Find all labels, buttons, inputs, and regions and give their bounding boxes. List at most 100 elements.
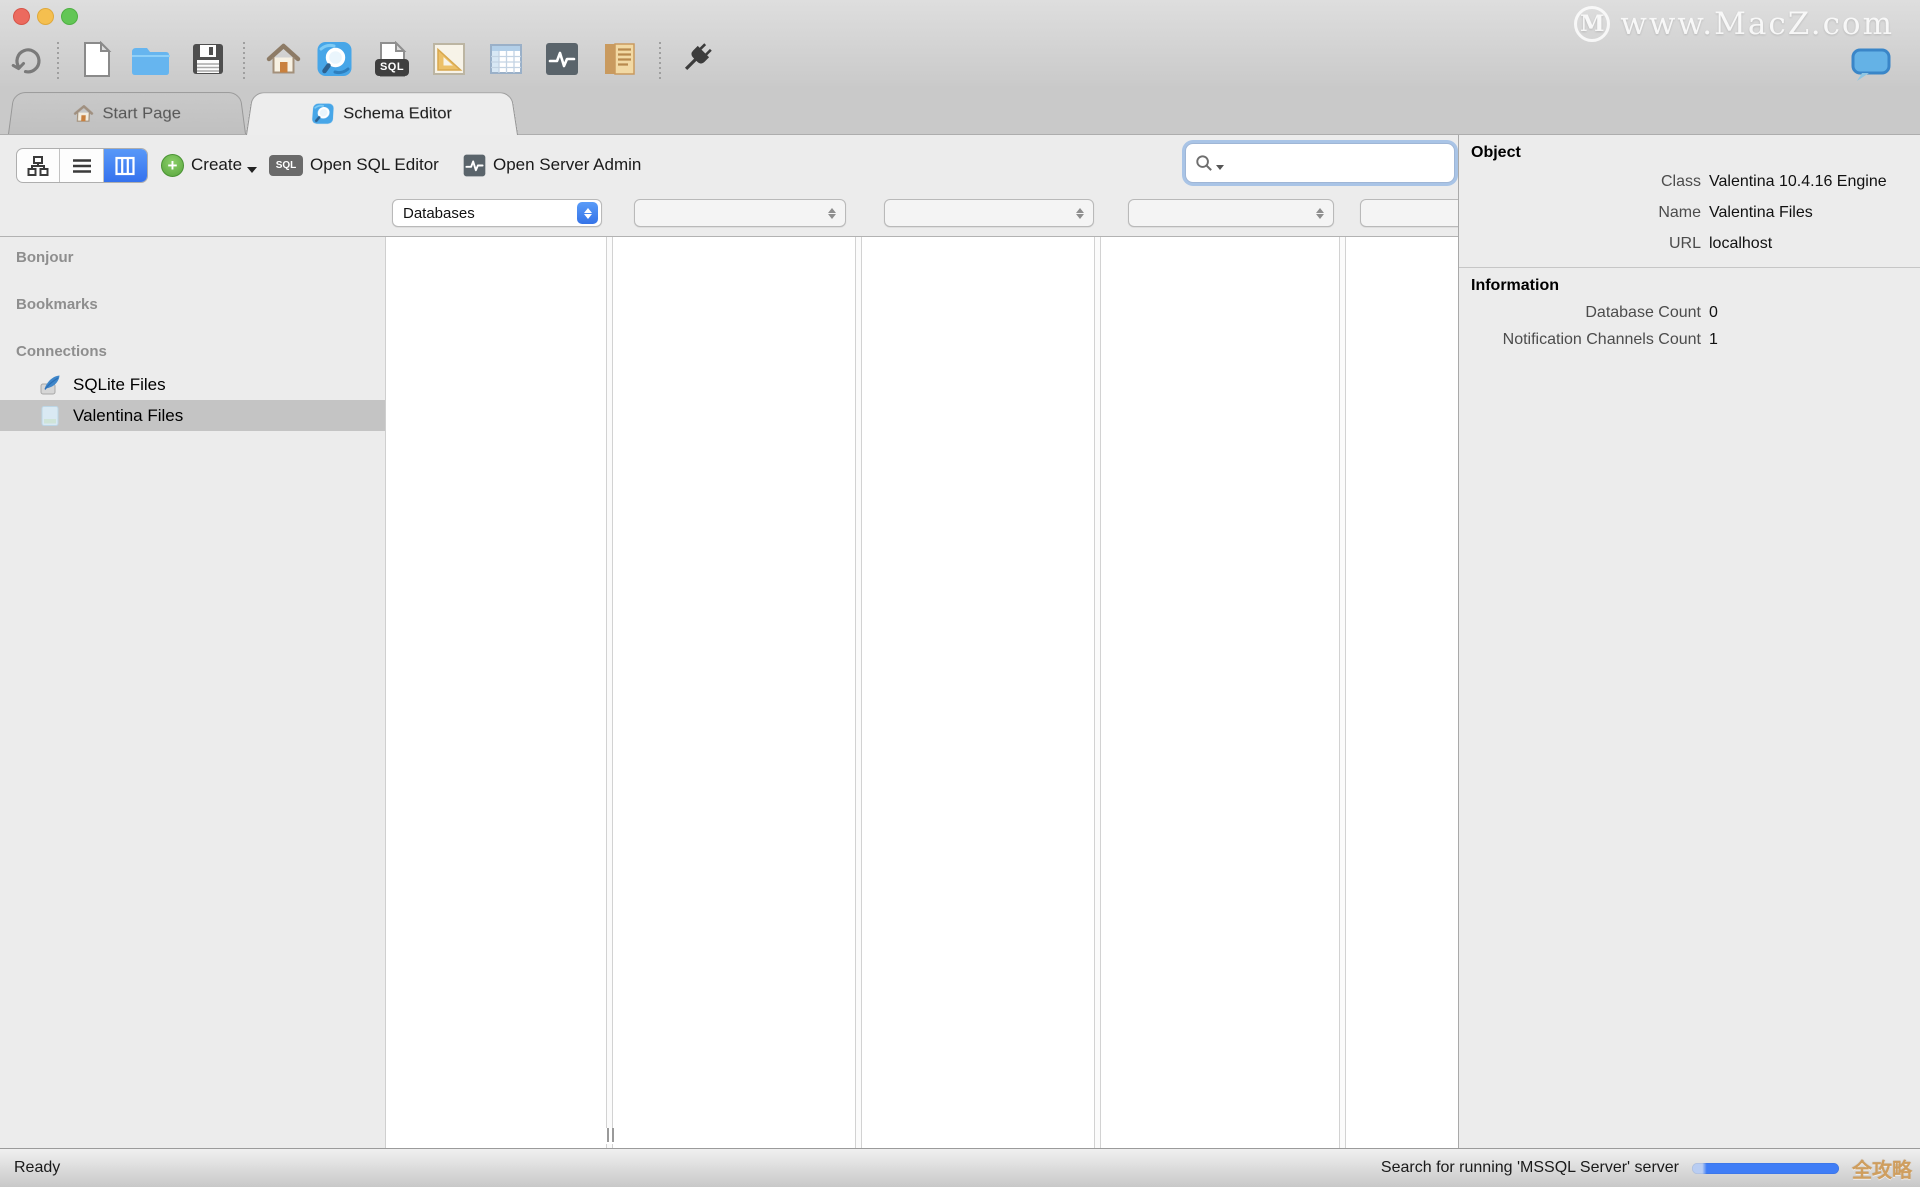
tab-start-page[interactable]: Start Page (8, 92, 246, 134)
search-options-caret[interactable] (1216, 165, 1224, 170)
corner-watermark: 全攻略 (1852, 1154, 1912, 1183)
schema-editor-icon[interactable] (316, 40, 353, 83)
list-view-icon (70, 154, 94, 178)
toolbar-separator (57, 42, 59, 80)
columns-view-icon (113, 154, 137, 178)
titlebar-toolbar: SQL M www.MacZ.com (0, 0, 1920, 86)
chevron-down-icon (247, 167, 257, 173)
open-folder-icon[interactable] (130, 45, 170, 81)
server-admin-icon (463, 154, 486, 177)
property-label: Name (1459, 197, 1709, 228)
property-label: Notification Channels Count (1459, 326, 1709, 353)
macz-watermark: M www.MacZ.com (1574, 6, 1894, 42)
macz-logo-icon: M (1574, 6, 1610, 42)
filter-select-2 (634, 199, 846, 227)
valentina-icon (38, 404, 62, 428)
sidebar-group-bonjour[interactable]: Bonjour (0, 249, 385, 269)
sql-file-icon[interactable]: SQL (374, 41, 410, 78)
tree-view-button[interactable] (17, 149, 60, 182)
select-stepper-icon (577, 202, 598, 224)
property-value: Valentina 10.4.16 Engine (1709, 166, 1920, 197)
status-task-area: Search for running 'MSSQL Server' server… (1381, 1154, 1920, 1183)
main-area: + Create SQL Open SQL Editor Open Server… (0, 135, 1920, 1148)
close-window-button[interactable] (13, 8, 30, 25)
sql-badge-icon: SQL (269, 155, 303, 176)
sidebar-item-label: SQLite Files (73, 375, 166, 395)
toolbar-separator (243, 42, 245, 80)
select-stepper-icon (1309, 202, 1330, 224)
property-label: URL (1459, 228, 1709, 259)
sidebar-group-bookmarks[interactable]: Bookmarks (0, 296, 385, 316)
toolbar-separator (659, 42, 661, 80)
table-icon[interactable] (489, 42, 523, 81)
chat-bubble-icon (1850, 48, 1892, 87)
open-sql-editor-button[interactable]: SQL Open SQL Editor (269, 135, 439, 195)
sidebar-item-valentina-files[interactable]: Valentina Files (0, 400, 385, 431)
status-bar: Ready Search for running 'MSSQL Server' … (0, 1148, 1920, 1187)
databases-filter-select[interactable]: Databases (392, 199, 602, 227)
valentina-studio-window: SQL M www.MacZ.com Start (0, 0, 1920, 1187)
task-text: Search for running 'MSSQL Server' server (1381, 1159, 1679, 1177)
search-input[interactable] (1226, 148, 1454, 178)
view-mode-segmented-control (16, 148, 148, 183)
select-value: Databases (393, 205, 577, 222)
property-value: localhost (1709, 228, 1920, 259)
new-document-icon[interactable] (79, 41, 113, 83)
information-section-title: Information (1459, 268, 1920, 299)
browser-region: + Create SQL Open SQL Editor Open Server… (0, 135, 1458, 1148)
object-properties: Class Valentina 10.4.16 Engine Name Vale… (1459, 166, 1920, 259)
column-divider (606, 237, 613, 1148)
sql-badge-label: SQL (375, 59, 409, 76)
schema-editor-icon (311, 102, 335, 125)
minimize-window-button[interactable] (37, 8, 54, 25)
filter-select-5 (1360, 199, 1458, 227)
home-icon (73, 104, 94, 123)
schema-editor-toolbar: + Create SQL Open SQL Editor Open Server… (0, 135, 1458, 195)
sqlite-icon (38, 373, 62, 397)
property-label: Class (1459, 166, 1709, 197)
log-book-icon[interactable] (601, 42, 638, 81)
create-button[interactable]: + Create (161, 135, 257, 195)
connect-plug-icon[interactable] (676, 39, 716, 84)
column-divider (855, 237, 862, 1148)
save-icon[interactable] (191, 42, 225, 81)
create-label: Create (191, 155, 242, 175)
report-icon[interactable] (432, 42, 466, 81)
open-sql-editor-label: Open SQL Editor (310, 155, 439, 175)
zoom-window-button[interactable] (61, 8, 78, 25)
tab-bar: Start Page Schema Editor (0, 86, 1920, 135)
columns-view-button[interactable] (104, 149, 147, 182)
connections-sidebar: Bonjour Bookmarks Connections SQLite Fil… (0, 237, 385, 1148)
column-browser (385, 237, 1458, 1148)
object-section-title: Object (1459, 135, 1920, 166)
list-view-button[interactable] (60, 149, 103, 182)
filter-select-4 (1128, 199, 1334, 227)
status-text: Ready (0, 1159, 60, 1177)
open-server-admin-label: Open Server Admin (493, 155, 641, 175)
search-field (1185, 143, 1455, 183)
search-icon (1195, 154, 1214, 173)
tab-label: Schema Editor (343, 104, 453, 123)
column-resize-grip[interactable] (603, 1128, 617, 1144)
filter-select-3 (884, 199, 1094, 227)
object-inspector-panel: Object Class Valentina 10.4.16 Engine Na… (1458, 135, 1920, 1148)
open-server-admin-button[interactable]: Open Server Admin (463, 135, 641, 195)
task-progress-bar (1692, 1163, 1839, 1174)
plus-icon: + (161, 154, 184, 177)
column-divider (1339, 237, 1346, 1148)
rollback-icon[interactable] (10, 44, 44, 83)
tree-view-icon (26, 154, 50, 178)
server-admin-icon[interactable] (545, 42, 579, 81)
tab-label: Start Page (102, 104, 181, 123)
sidebar-group-connections[interactable]: Connections (0, 343, 385, 363)
property-value: Valentina Files (1709, 197, 1920, 228)
property-value: 0 (1709, 299, 1920, 326)
property-label: Database Count (1459, 299, 1709, 326)
information-properties: Database Count 0 Notification Channels C… (1459, 299, 1920, 353)
sidebar-item-label: Valentina Files (73, 406, 183, 426)
sidebar-item-sqlite-files[interactable]: SQLite Files (0, 369, 385, 400)
macz-watermark-text: www.MacZ.com (1620, 6, 1894, 42)
tab-schema-editor[interactable]: Schema Editor (246, 92, 518, 135)
column-divider (1094, 237, 1101, 1148)
home-icon[interactable] (266, 42, 301, 81)
